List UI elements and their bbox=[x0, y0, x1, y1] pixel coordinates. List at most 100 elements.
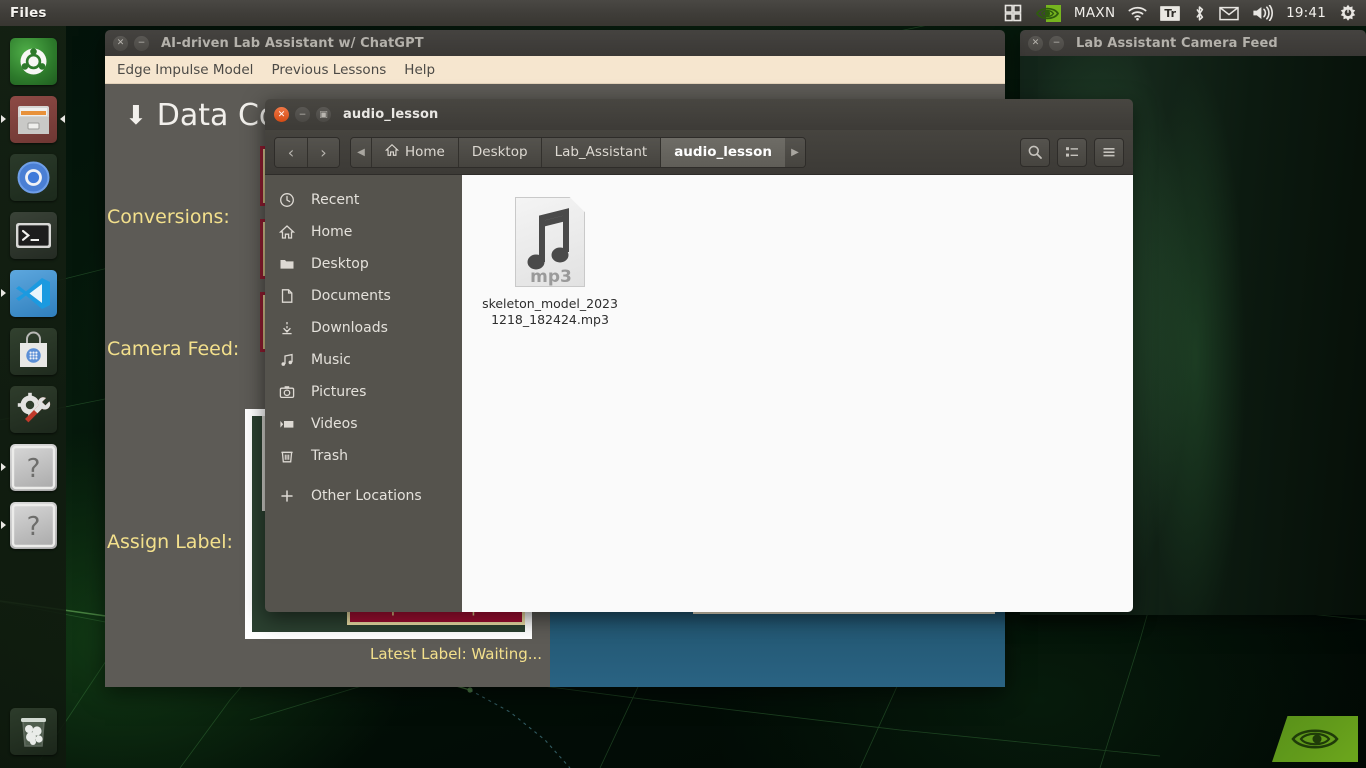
file-name-label: skeleton_model_20231218_182424.mp3 bbox=[482, 296, 618, 327]
unity-launcher[interactable]: ? ? bbox=[0, 26, 66, 768]
menu-help[interactable]: Help bbox=[404, 62, 435, 78]
file-chooser-titlebar[interactable]: ✕ − ▣ audio_lesson bbox=[265, 99, 1133, 130]
launcher-item-chromium[interactable] bbox=[0, 148, 66, 206]
breadcrumb-lab-assistant[interactable]: Lab_Assistant bbox=[540, 137, 661, 167]
sidebar-item-desktop[interactable]: Desktop bbox=[265, 248, 462, 280]
file-type-label: mp3 bbox=[530, 267, 572, 287]
software-bag-icon[interactable] bbox=[9, 327, 57, 375]
nvidia-logo-icon[interactable] bbox=[1035, 4, 1061, 22]
minimize-icon[interactable]: − bbox=[1049, 35, 1064, 51]
sidebar-item-documents[interactable]: Documents bbox=[265, 280, 462, 312]
file-chooser-toolbar[interactable]: ‹ › ◀ Home Desktop Lab_Assistant audio_l… bbox=[265, 130, 1133, 175]
gear-wrench-icon[interactable] bbox=[9, 385, 57, 433]
document-icon bbox=[278, 288, 296, 304]
close-icon[interactable]: ✕ bbox=[113, 35, 128, 51]
vscode-icon[interactable] bbox=[9, 269, 57, 317]
terminal-icon[interactable] bbox=[9, 211, 57, 259]
breadcrumb[interactable]: ◀ Home Desktop Lab_Assistant audio_lesso… bbox=[350, 136, 806, 168]
chevron-right-icon[interactable]: › bbox=[307, 137, 339, 167]
panel-app-name[interactable]: Files bbox=[10, 5, 47, 21]
sidebar-item-trash[interactable]: Trash bbox=[265, 440, 462, 472]
sidebar-label: Documents bbox=[311, 288, 391, 304]
svg-text:?: ? bbox=[26, 512, 40, 542]
ubuntu-logo-icon[interactable] bbox=[9, 37, 57, 85]
minimize-icon[interactable]: − bbox=[295, 107, 310, 122]
download-icon bbox=[278, 320, 296, 336]
chevron-right-small-icon[interactable]: ▶ bbox=[784, 137, 805, 167]
launcher-item-vscode[interactable] bbox=[0, 264, 66, 322]
launcher-item-unknown-1[interactable]: ? bbox=[0, 438, 66, 496]
running-indicator-icon bbox=[1, 289, 6, 297]
sidebar-item-pictures[interactable]: Pictures bbox=[265, 376, 462, 408]
clock-label[interactable]: 19:41 bbox=[1286, 5, 1326, 21]
chevron-left-small-icon[interactable]: ◀ bbox=[351, 137, 371, 167]
breadcrumb-desktop[interactable]: Desktop bbox=[457, 137, 541, 167]
file-list-area[interactable]: mp3 skeleton_model_20231218_182424.mp3 bbox=[462, 175, 1133, 612]
breadcrumb-home[interactable]: Home bbox=[371, 137, 458, 167]
maximize-icon[interactable]: ▣ bbox=[316, 107, 331, 122]
lab-assistant-title: AI-driven Lab Assistant w/ ChatGPT bbox=[161, 35, 424, 51]
sidebar-label: Downloads bbox=[311, 320, 388, 336]
running-indicator-icon bbox=[1, 115, 6, 123]
file-item[interactable]: mp3 skeleton_model_20231218_182424.mp3 bbox=[480, 197, 620, 328]
app-menubar[interactable]: Edge Impulse Model Previous Lessons Help bbox=[105, 56, 1005, 84]
sidebar-item-music[interactable]: Music bbox=[265, 344, 462, 376]
sidebar-item-downloads[interactable]: Downloads bbox=[265, 312, 462, 344]
question-mark-icon[interactable]: ? bbox=[9, 443, 57, 491]
trash-icon[interactable] bbox=[9, 707, 57, 755]
menu-edge-impulse-model[interactable]: Edge Impulse Model bbox=[117, 62, 253, 78]
gear-power-icon[interactable] bbox=[1339, 4, 1357, 22]
minimize-icon[interactable]: − bbox=[134, 35, 149, 51]
launcher-item-unknown-2[interactable]: ? bbox=[0, 496, 66, 554]
question-mark-icon[interactable]: ? bbox=[9, 501, 57, 549]
launcher-item-system-settings[interactable] bbox=[0, 380, 66, 438]
sidebar-item-other-locations[interactable]: Other Locations bbox=[265, 480, 462, 512]
search-icon[interactable] bbox=[1020, 137, 1050, 167]
plus-icon bbox=[278, 488, 296, 504]
wifi-icon[interactable] bbox=[1128, 6, 1147, 21]
sidebar-label: Desktop bbox=[311, 256, 369, 272]
mail-icon[interactable] bbox=[1219, 6, 1239, 21]
chromium-icon[interactable] bbox=[9, 153, 57, 201]
lab-assistant-titlebar[interactable]: ✕ − AI-driven Lab Assistant w/ ChatGPT bbox=[105, 30, 1005, 56]
close-icon[interactable]: ✕ bbox=[274, 107, 289, 122]
launcher-item-trash[interactable] bbox=[0, 702, 66, 760]
toolbar-right-buttons[interactable] bbox=[1020, 137, 1124, 167]
music-note-icon bbox=[278, 352, 296, 368]
sidebar-item-recent[interactable]: Recent bbox=[265, 184, 462, 216]
sidebar-label: Home bbox=[311, 224, 353, 240]
close-icon[interactable]: ✕ bbox=[1028, 35, 1043, 51]
list-view-icon[interactable] bbox=[1057, 137, 1087, 167]
breadcrumb-audio-lesson[interactable]: audio_lesson bbox=[660, 137, 785, 167]
trash-icon bbox=[278, 448, 296, 464]
bluetooth-icon[interactable] bbox=[1193, 5, 1206, 22]
sidebar-item-home[interactable]: Home bbox=[265, 216, 462, 248]
launcher-item-ubuntu-dash[interactable] bbox=[0, 32, 66, 90]
sidebar-label: Music bbox=[311, 352, 351, 368]
file-chooser-sidebar[interactable]: Recent Home Desktop Documents Downloads … bbox=[265, 175, 462, 612]
file-chooser-dialog[interactable]: ✕ − ▣ audio_lesson ‹ › ◀ Home Desktop La… bbox=[265, 99, 1133, 612]
launcher-item-ubuntu-software[interactable] bbox=[0, 322, 66, 380]
sidebar-item-videos[interactable]: Videos bbox=[265, 408, 462, 440]
sidebar-label: Trash bbox=[311, 448, 348, 464]
launcher-item-files[interactable] bbox=[0, 90, 66, 148]
chevron-left-icon[interactable]: ‹ bbox=[275, 137, 307, 167]
camera-feed-titlebar[interactable]: ✕ − Lab Assistant Camera Feed bbox=[1020, 30, 1366, 56]
file-cabinet-icon[interactable] bbox=[9, 95, 57, 143]
nav-button-group[interactable]: ‹ › bbox=[274, 136, 340, 168]
keyboard-layout-label: Tr bbox=[1160, 5, 1181, 21]
running-indicator-icon bbox=[1, 463, 6, 471]
power-mode-label[interactable]: MAXN bbox=[1074, 5, 1115, 21]
menu-previous-lessons[interactable]: Previous Lessons bbox=[271, 62, 386, 78]
file-chooser-main: Recent Home Desktop Documents Downloads … bbox=[265, 175, 1133, 612]
launcher-item-terminal[interactable] bbox=[0, 206, 66, 264]
hamburger-menu-icon[interactable] bbox=[1094, 137, 1124, 167]
system-tray[interactable]: MAXN Tr 19:41 bbox=[1004, 4, 1366, 22]
workspace-switcher-icon[interactable] bbox=[1004, 4, 1022, 22]
sidebar-label: Videos bbox=[311, 416, 358, 432]
camera-icon bbox=[278, 384, 296, 400]
keyboard-layout-indicator[interactable]: Tr bbox=[1160, 5, 1181, 21]
label-conversions: Conversions: bbox=[107, 206, 230, 228]
volume-icon[interactable] bbox=[1252, 5, 1274, 21]
top-panel[interactable]: Files MAXN Tr 19:41 bbox=[0, 0, 1366, 26]
